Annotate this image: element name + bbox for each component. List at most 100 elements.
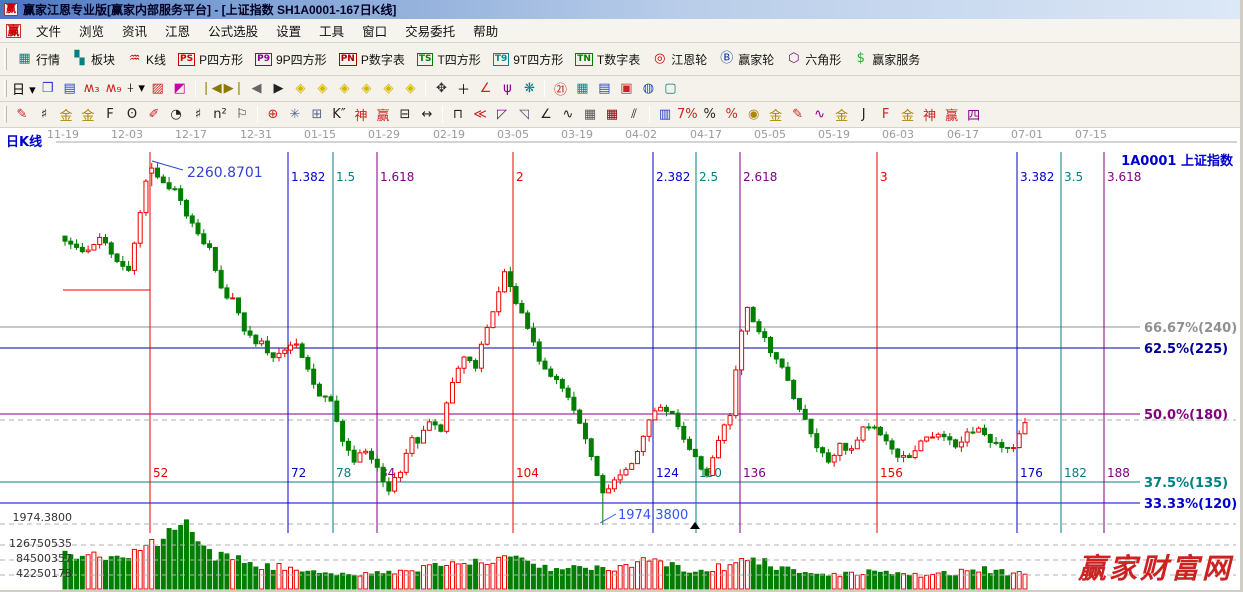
menu-item-1[interactable]: 文件 — [27, 18, 70, 43]
kline-button[interactable]: ♒ K线 — [121, 48, 172, 71]
grid-red-icon[interactable]: ▦ — [601, 104, 623, 126]
angle-pair-icon[interactable]: ∠ — [535, 104, 557, 126]
n-squared-icon[interactable]: n² — [209, 104, 231, 126]
chart-canvas[interactable]: 66.67%(240) 62.5%(225) 50.0%(180) 37.5%(135… — [0, 128, 1243, 592]
candle-style-dropdown-icon[interactable]: ⍭ ▾ — [125, 78, 147, 100]
quotes-button[interactable]: ▦ 行情 — [11, 48, 66, 71]
crosshair-tool-icon[interactable]: ＋ — [452, 78, 474, 100]
svg-text:3: 3 — [880, 170, 888, 184]
violet-fan-box-icon[interactable]: ◸ — [491, 104, 513, 126]
wave-9-icon[interactable]: ʍ₉ — [103, 78, 125, 100]
span-arrows-icon[interactable]: ↔ — [416, 104, 438, 126]
diamond-right-icon[interactable]: ◈ — [311, 78, 333, 100]
plain-comb-icon[interactable]: ♯ — [187, 104, 209, 126]
dark-fan-box-icon[interactable]: ◹ — [513, 104, 535, 126]
slant-lines-icon[interactable]: ⫽ — [623, 104, 645, 126]
menu-item-6[interactable]: 设置 — [267, 18, 310, 43]
period-dropdown-icon[interactable]: 日 ▾ — [11, 78, 37, 100]
color-histogram-icon[interactable]: ◩ — [169, 78, 191, 100]
pattern-box-icon[interactable]: ▨ — [147, 78, 169, 100]
t-square-button[interactable]: TS T四方形 — [411, 48, 487, 71]
win-diagonal-icon[interactable]: 赢 — [941, 104, 963, 126]
gann-wheel-button[interactable]: ◎ 江恩轮 — [646, 48, 713, 71]
calculator-icon[interactable]: ▦ — [571, 78, 593, 100]
gold-diagonal-icon[interactable]: 金 — [897, 104, 919, 126]
menu-item-3[interactable]: 资讯 — [113, 18, 156, 43]
winner-service-button[interactable]: $ 赢家服务 — [847, 48, 926, 71]
diamond-left-icon[interactable]: ◈ — [289, 78, 311, 100]
diamond-vertical-icon[interactable]: ◈ — [355, 78, 377, 100]
gold-comb-1-icon[interactable]: 金 — [55, 104, 77, 126]
winner-wheel-button[interactable]: Ⓑ 赢家轮 — [713, 48, 780, 71]
9t-square-button[interactable]: T9 9T四方形 — [487, 48, 569, 71]
save-icon[interactable]: ▣ — [615, 78, 637, 100]
gann-web-icon[interactable]: ❋ — [518, 78, 540, 100]
cycle-dial-icon[interactable]: ◔ — [165, 104, 187, 126]
web-link-icon[interactable]: ◍ — [637, 78, 659, 100]
9p-square-button[interactable]: P9 9P四方形 — [249, 48, 333, 71]
info-panel-icon[interactable]: ▤ — [59, 78, 81, 100]
red-marker-icon[interactable]: ✐ — [143, 104, 165, 126]
gate-tool-icon[interactable]: ⊓ — [447, 104, 469, 126]
menu-item-8[interactable]: 窗口 — [353, 18, 396, 43]
menu-item-2[interactable]: 浏览 — [70, 18, 113, 43]
next-bar-icon[interactable]: ▶ — [267, 78, 289, 100]
prev-bar-icon[interactable]: ◀ — [245, 78, 267, 100]
pitchfork-tool-icon[interactable]: ψ — [496, 78, 518, 100]
wave-band-icon[interactable]: ∿ — [809, 104, 831, 126]
wave-3-icon[interactable]: ʍ₃ — [81, 78, 103, 100]
svg-text:01-29: 01-29 — [368, 128, 400, 141]
diamond-expand-icon[interactable]: ◈ — [377, 78, 399, 100]
gold-coin-line-icon[interactable]: ◉ — [743, 104, 765, 126]
t-number-table-button[interactable]: TN T数字表 — [569, 48, 646, 71]
percent-line-icon[interactable]: % — [721, 104, 743, 126]
god-comb-icon[interactable]: 神 — [350, 104, 372, 126]
notes-icon[interactable]: ▤ — [593, 78, 615, 100]
p-number-table-button[interactable]: PN P数字表 — [333, 48, 411, 71]
f-diagonal-icon[interactable]: F — [875, 104, 897, 126]
f-comb-icon[interactable]: F — [99, 104, 121, 126]
win-mark-icon[interactable]: 赢 — [372, 104, 394, 126]
9t-square-label: 9T四方形 — [513, 52, 564, 67]
grid-dark-icon[interactable]: ▦ — [579, 104, 601, 126]
overlay-windows-icon[interactable]: ❒ — [37, 78, 59, 100]
menu-item-9[interactable]: 交易委托 — [396, 18, 464, 43]
red-fan-icon[interactable]: ≪ — [469, 104, 491, 126]
count-grid-icon[interactable]: ⊟ — [394, 104, 416, 126]
angle-measure-icon[interactable]: ∠ — [474, 78, 496, 100]
target-cross-icon[interactable]: ⊕ — [262, 104, 284, 126]
gold-comb-2-icon[interactable]: 金 — [77, 104, 99, 126]
calendar-21-icon[interactable]: ㉑ — [549, 78, 571, 100]
gold-strike-line-icon[interactable]: 金 — [765, 104, 787, 126]
percent-wave-icon[interactable]: 7% — [676, 104, 699, 126]
j-diagonal-icon[interactable]: J — [853, 104, 875, 126]
kline-period-label[interactable]: 日K线 — [6, 131, 42, 150]
flag-angle-icon[interactable]: ⚐ — [231, 104, 253, 126]
time-comb-icon[interactable]: ♯ — [33, 104, 55, 126]
brush-bars-icon[interactable]: ✎ — [787, 104, 809, 126]
hexagon-button[interactable]: ⬡ 六角形 — [780, 48, 847, 71]
hand-tool-icon[interactable]: ✥ — [430, 78, 452, 100]
menu-item-4[interactable]: 江恩 — [156, 18, 199, 43]
zigzag-wave-icon[interactable]: ∿ — [557, 104, 579, 126]
star-web-icon[interactable]: ✳ — [284, 104, 306, 126]
first-bar-icon[interactable]: ❘◀ — [200, 78, 223, 100]
last-bar-icon[interactable]: ▶❘ — [223, 78, 246, 100]
terminal-icon[interactable]: ▢ — [659, 78, 681, 100]
diamond-all-icon[interactable]: ◈ — [399, 78, 421, 100]
diamond-horizontal-icon[interactable]: ◈ — [333, 78, 355, 100]
sectors-button[interactable]: ▚ 板块 — [66, 48, 121, 71]
percent-plain-icon[interactable]: % — [699, 104, 721, 126]
brush-red-icon[interactable]: ✎ — [11, 104, 33, 126]
menu-item-7[interactable]: 工具 — [310, 18, 353, 43]
k-quote-icon[interactable]: K″ — [328, 104, 350, 126]
gold-strike-2-icon[interactable]: 金 — [831, 104, 853, 126]
god-diagonal-icon[interactable]: 神 — [919, 104, 941, 126]
four-diagonal-icon[interactable]: 四 — [963, 104, 985, 126]
p-square-button[interactable]: PS P四方形 — [172, 48, 249, 71]
spiral-tool-icon[interactable]: ʘ — [121, 104, 143, 126]
menu-item-5[interactable]: 公式选股 — [199, 18, 267, 43]
net-grid-icon[interactable]: ⊞ — [306, 104, 328, 126]
menu-item-10[interactable]: 帮助 — [464, 18, 507, 43]
bars-blue-icon[interactable]: ▥ — [654, 104, 676, 126]
